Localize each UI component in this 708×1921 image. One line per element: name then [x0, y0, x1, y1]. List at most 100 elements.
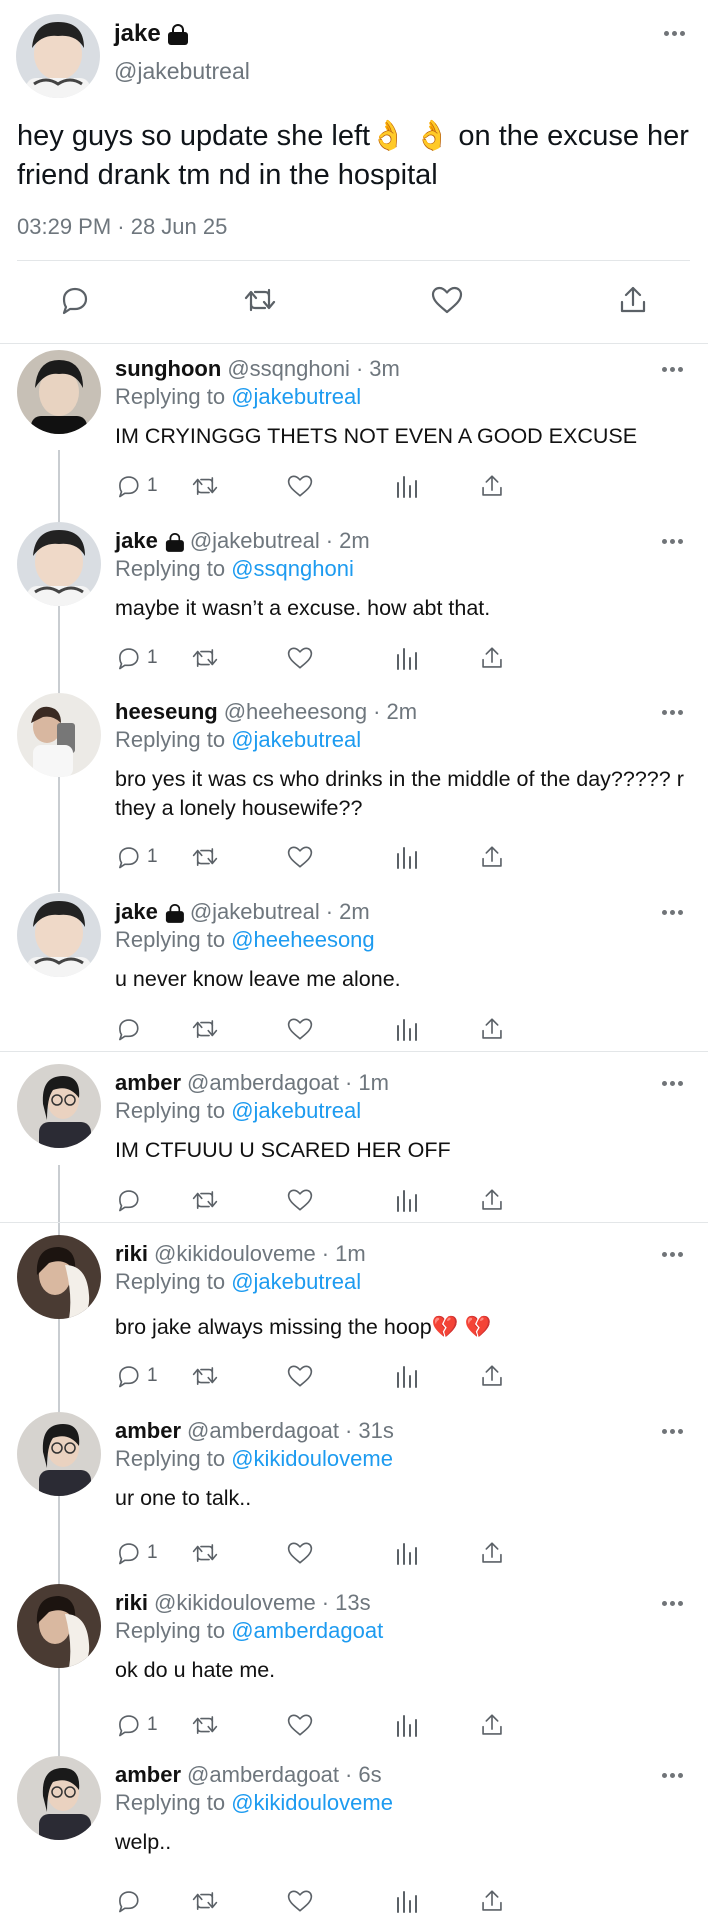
- author-name[interactable]: heeseung: [115, 699, 218, 725]
- share-icon[interactable]: [617, 284, 649, 316]
- reply-button[interactable]: 1: [115, 470, 158, 502]
- retweet-button[interactable]: [191, 642, 219, 674]
- reply-tweet[interactable]: riki @kikidouloveme · 1m Replying to @jakebu…: [0, 1235, 708, 1396]
- avatar[interactable]: [17, 1064, 101, 1148]
- reply-tweet[interactable]: sunghoon @ssqnghoni · 3m Replying to @jakebu…: [0, 350, 708, 506]
- author-handle[interactable]: @jakebutreal: [190, 899, 320, 925]
- reply-tweet[interactable]: amber @amberdagoat · 6s Replying to @kikidou…: [0, 1756, 708, 1921]
- more-options-icon[interactable]: [662, 538, 686, 546]
- share-button[interactable]: [479, 1537, 505, 1569]
- author-name[interactable]: jake: [115, 899, 158, 925]
- more-options-icon[interactable]: [662, 709, 686, 717]
- like-button[interactable]: [286, 1709, 314, 1741]
- avatar[interactable]: [17, 1412, 101, 1496]
- retweet-icon[interactable]: [243, 284, 277, 316]
- reply-button[interactable]: [115, 1184, 147, 1216]
- author-handle[interactable]: @jakebutreal: [114, 58, 250, 85]
- retweet-button[interactable]: [191, 841, 219, 873]
- like-button[interactable]: [286, 642, 314, 674]
- more-options-icon[interactable]: [662, 1251, 686, 1259]
- replying-to-link[interactable]: @jakebutreal: [231, 1269, 361, 1294]
- author-handle[interactable]: @amberdagoat: [187, 1418, 339, 1444]
- retweet-button[interactable]: [191, 1885, 219, 1917]
- stats-button[interactable]: [394, 470, 418, 502]
- stats-button[interactable]: [394, 1885, 418, 1917]
- author-handle[interactable]: @heeheesong: [224, 699, 367, 725]
- retweet-button[interactable]: [191, 1013, 219, 1045]
- reply-tweet[interactable]: amber @amberdagoat · 31s Replying to @kikido…: [0, 1412, 708, 1573]
- reply-button[interactable]: 1: [115, 841, 158, 873]
- reply-button[interactable]: 1: [115, 1537, 158, 1569]
- share-button[interactable]: [479, 470, 505, 502]
- avatar[interactable]: [17, 893, 101, 977]
- reply-tweet[interactable]: amber @amberdagoat · 1m Replying to @jakebut…: [0, 1064, 708, 1220]
- avatar[interactable]: [17, 350, 101, 434]
- like-button[interactable]: [286, 1885, 314, 1917]
- retweet-button[interactable]: [191, 470, 219, 502]
- avatar[interactable]: [17, 1235, 101, 1319]
- replying-to-link[interactable]: @amberdagoat: [231, 1618, 383, 1643]
- author-handle[interactable]: @amberdagoat: [187, 1762, 339, 1788]
- reply-tweet[interactable]: jake @jakebutreal · 2m Replying to @heeheeso…: [0, 893, 708, 1049]
- replying-to-link[interactable]: @jakebutreal: [231, 727, 361, 752]
- share-button[interactable]: [479, 1013, 505, 1045]
- more-options-icon[interactable]: [664, 30, 688, 38]
- replying-to-link[interactable]: @jakebutreal: [231, 1098, 361, 1123]
- stats-button[interactable]: [394, 1709, 418, 1741]
- reply-button[interactable]: [115, 1013, 147, 1045]
- stats-button[interactable]: [394, 841, 418, 873]
- replying-to-link[interactable]: @kikidouloveme: [231, 1446, 393, 1471]
- avatar[interactable]: [17, 1756, 101, 1840]
- more-options-icon[interactable]: [662, 1772, 686, 1780]
- avatar[interactable]: [16, 14, 100, 98]
- reply-icon[interactable]: [58, 284, 90, 316]
- reply-button[interactable]: 1: [115, 1709, 158, 1741]
- stats-button[interactable]: [394, 642, 418, 674]
- like-button[interactable]: [286, 1013, 314, 1045]
- author-name[interactable]: riki: [115, 1241, 148, 1267]
- avatar[interactable]: [17, 693, 101, 777]
- retweet-button[interactable]: [191, 1184, 219, 1216]
- reply-tweet[interactable]: riki @kikidouloveme · 13s Replying to @amber…: [0, 1584, 708, 1745]
- replying-to-link[interactable]: @kikidouloveme: [231, 1790, 393, 1815]
- share-button[interactable]: [479, 841, 505, 873]
- reply-button[interactable]: [115, 1885, 147, 1917]
- author-name[interactable]: amber: [115, 1070, 181, 1096]
- author-name[interactable]: jake: [114, 20, 189, 48]
- retweet-button[interactable]: [191, 1537, 219, 1569]
- author-handle[interactable]: @ssqnghoni: [227, 356, 350, 382]
- author-name[interactable]: amber: [115, 1762, 181, 1788]
- author-handle[interactable]: @jakebutreal: [190, 528, 320, 554]
- like-button[interactable]: [286, 841, 314, 873]
- reply-tweet[interactable]: heeseung @heeheesong · 2m Replying to @jakeb…: [0, 693, 708, 877]
- share-button[interactable]: [479, 1184, 505, 1216]
- like-button[interactable]: [286, 1184, 314, 1216]
- like-icon[interactable]: [430, 284, 464, 316]
- author-name[interactable]: jake: [115, 528, 158, 554]
- like-button[interactable]: [286, 1537, 314, 1569]
- reply-button[interactable]: 1: [115, 642, 158, 674]
- author-handle[interactable]: @kikidouloveme: [154, 1241, 316, 1267]
- retweet-button[interactable]: [191, 1360, 219, 1392]
- avatar[interactable]: [17, 522, 101, 606]
- more-options-icon[interactable]: [662, 909, 686, 917]
- author-handle[interactable]: @amberdagoat: [187, 1070, 339, 1096]
- author-name[interactable]: sunghoon: [115, 356, 221, 382]
- retweet-button[interactable]: [191, 1709, 219, 1741]
- share-button[interactable]: [479, 1360, 505, 1392]
- stats-button[interactable]: [394, 1537, 418, 1569]
- reply-tweet[interactable]: jake @jakebutreal · 2m Replying to @ssqnghon…: [0, 522, 708, 678]
- like-button[interactable]: [286, 1360, 314, 1392]
- tweet-timestamp[interactable]: 03:29 PM · 28 Jun 25: [17, 214, 227, 240]
- reply-button[interactable]: 1: [115, 1360, 158, 1392]
- stats-button[interactable]: [394, 1360, 418, 1392]
- more-options-icon[interactable]: [662, 1080, 686, 1088]
- author-name[interactable]: riki: [115, 1590, 148, 1616]
- author-handle[interactable]: @kikidouloveme: [154, 1590, 316, 1616]
- replying-to-link[interactable]: @ssqnghoni: [231, 556, 354, 581]
- more-options-icon[interactable]: [662, 1428, 686, 1436]
- more-options-icon[interactable]: [662, 1600, 686, 1608]
- share-button[interactable]: [479, 1709, 505, 1741]
- replying-to-link[interactable]: @heeheesong: [231, 927, 374, 952]
- stats-button[interactable]: [394, 1013, 418, 1045]
